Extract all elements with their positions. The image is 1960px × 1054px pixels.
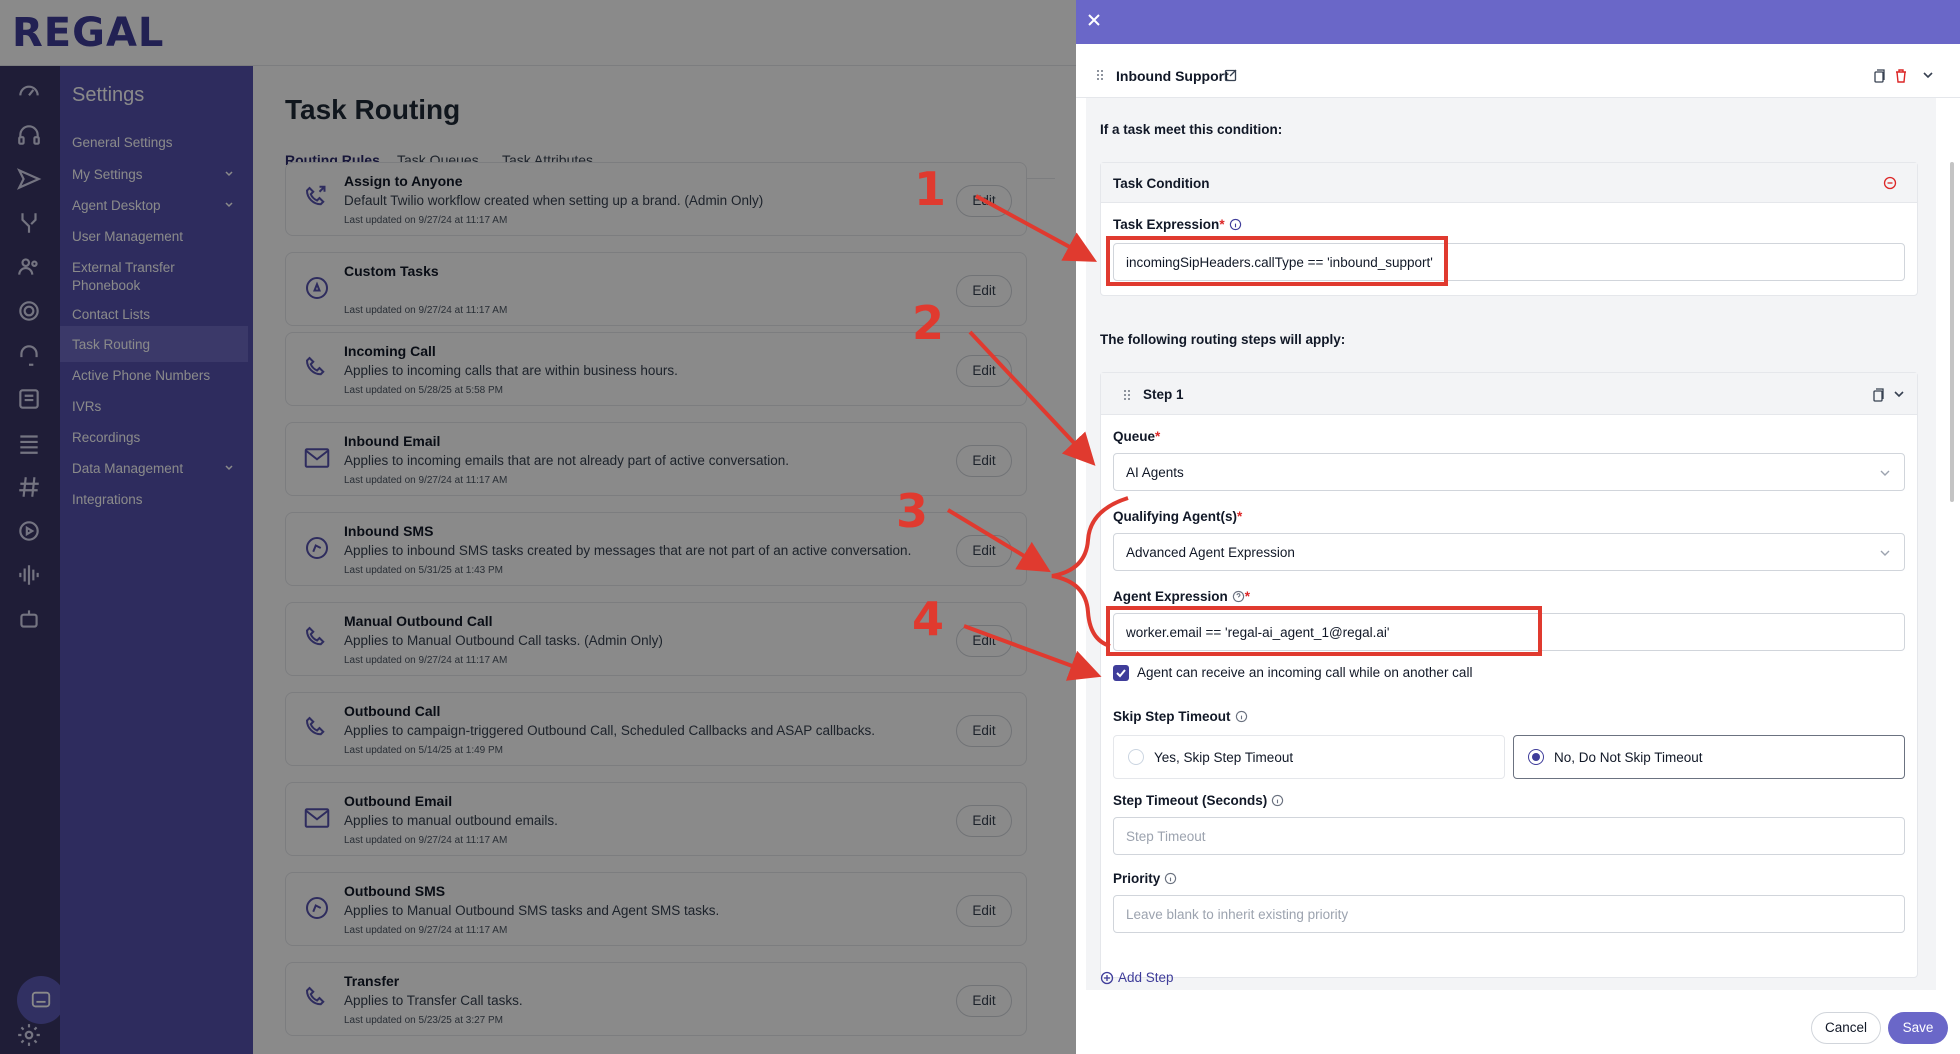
scrollbar[interactable] <box>1950 162 1954 502</box>
radio-button[interactable] <box>1528 749 1544 765</box>
panel-header <box>1076 0 1960 44</box>
chevron-down-icon <box>1880 549 1890 557</box>
trash-icon[interactable] <box>1894 68 1908 84</box>
chevron-down-icon[interactable] <box>1893 389 1905 399</box>
rule-body: If a task meet this condition: Task Cond… <box>1086 98 1936 990</box>
agent-expression-input[interactable]: worker.email == 'regal-ai_agent_1@regal.… <box>1113 613 1905 651</box>
annotation-number-4: 4 <box>912 592 945 646</box>
qualifying-agents-label: Qualifying Agent(s)* <box>1113 509 1243 524</box>
task-expression-input[interactable]: incomingSipHeaders.callType == 'inbound_… <box>1113 243 1905 281</box>
annotation-number-2: 2 <box>912 296 945 350</box>
condition-heading: If a task meet this condition: <box>1100 122 1283 137</box>
edit-icon[interactable] <box>1224 68 1238 82</box>
step-header: Step 1 <box>1101 373 1917 415</box>
app-root: REGAL Settings General Settings My Setti… <box>0 0 1960 1054</box>
info-icon <box>1235 710 1248 723</box>
step-timeout-input[interactable]: Step Timeout <box>1113 817 1905 855</box>
info-icon <box>1271 794 1284 807</box>
copy-icon[interactable] <box>1872 68 1886 84</box>
skip-timeout-no-option[interactable]: No, Do Not Skip Timeout <box>1513 735 1905 779</box>
task-condition-label: Task Condition <box>1113 176 1210 191</box>
task-condition-card: Task Condition Task Expression* incoming… <box>1100 162 1918 296</box>
steps-heading: The following routing steps will apply: <box>1100 332 1346 347</box>
copy-icon[interactable] <box>1871 387 1885 403</box>
annotation-number-1: 1 <box>914 162 947 216</box>
step-title: Step 1 <box>1143 387 1184 402</box>
save-button[interactable]: Save <box>1888 1012 1948 1044</box>
radio-button[interactable] <box>1128 749 1144 765</box>
concurrent-call-checkbox[interactable] <box>1113 665 1129 681</box>
task-condition-header: Task Condition <box>1101 163 1917 203</box>
help-icon <box>1232 590 1245 603</box>
qualifying-agents-select[interactable]: Advanced Agent Expression <box>1113 533 1905 571</box>
chevron-down-icon[interactable] <box>1922 70 1934 80</box>
add-step-label: Add Step <box>1118 970 1174 985</box>
priority-input[interactable]: Leave blank to inherit existing priority <box>1113 895 1905 933</box>
routing-rule-editor-panel: Inbound Support If a task meet this cond… <box>1076 0 1960 1054</box>
skip-step-timeout-label: Skip Step Timeout <box>1113 709 1248 724</box>
remove-condition-icon[interactable] <box>1883 176 1897 190</box>
queue-label: Queue* <box>1113 429 1161 444</box>
cancel-button[interactable]: Cancel <box>1811 1012 1881 1044</box>
close-icon[interactable] <box>1086 12 1106 32</box>
chevron-down-icon <box>1880 469 1890 477</box>
skip-timeout-yes-option[interactable]: Yes, Skip Step Timeout <box>1113 735 1505 779</box>
step-card: Step 1 Queue* AI Agents Qualifying Agent… <box>1100 372 1918 978</box>
info-icon <box>1164 872 1177 885</box>
rule-name: Inbound Support <box>1116 68 1229 84</box>
drag-handle-icon[interactable] <box>1096 69 1104 81</box>
step-timeout-label: Step Timeout (Seconds) <box>1113 793 1284 808</box>
concurrent-call-label: Agent can receive an incoming call while… <box>1137 665 1473 680</box>
rule-header: Inbound Support <box>1076 44 1960 98</box>
task-expression-label: Task Expression* <box>1113 217 1242 232</box>
priority-label: Priority <box>1113 871 1177 886</box>
info-icon <box>1229 218 1242 231</box>
agent-expression-label: Agent Expression * <box>1113 589 1251 604</box>
queue-select[interactable]: AI Agents <box>1113 453 1905 491</box>
drag-handle-icon[interactable] <box>1123 389 1131 401</box>
annotation-number-3: 3 <box>896 484 929 538</box>
add-step-button[interactable]: Add Step <box>1100 970 1174 985</box>
